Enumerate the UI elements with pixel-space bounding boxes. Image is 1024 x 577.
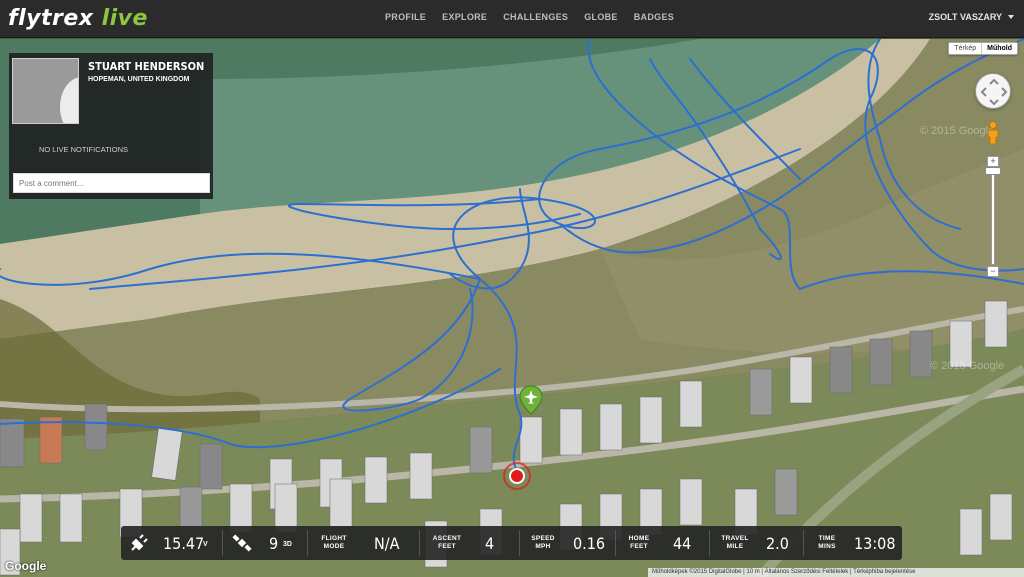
svg-text:© 2015 Google: © 2015 Google [930,360,1004,372]
pilot-name[interactable]: STUART HENDERSON [88,60,204,73]
flight-mode-label: FLIGHT MODE [321,535,347,550]
home-distance-value: 44 [673,534,692,553]
logo-text: flytrex [8,6,94,31]
ascent-value: 4 [485,534,495,553]
zoom-in-button[interactable]: + [987,156,999,167]
ascent-label: ASCENT FEET [432,535,462,550]
nav-explore[interactable]: EXPLORE [442,12,487,22]
pan-control[interactable] [975,73,1011,109]
travel-value: 2.0 [766,534,789,553]
speed-value: 0.16 [573,534,606,553]
nav-globe[interactable]: GLOBE [584,12,618,22]
flytrex-live-logo[interactable]: flytrex live [8,6,148,31]
avatar[interactable] [12,58,79,124]
flight-mode-value: N/A [374,534,400,553]
battery-unit: V [203,541,208,548]
end-marker [509,468,525,484]
pan-arrows-icon [980,78,1008,106]
street-view-pegman-icon[interactable] [986,121,1000,145]
map-attribution[interactable]: Műholdképek ©2015 DigitalGlobe | 10 m | … [648,568,1024,577]
main-nav: PROFILE EXPLORE CHALLENGES GLOBE BADGES [385,12,674,22]
comment-input[interactable] [13,173,210,193]
time-value: 13:08 [854,534,896,553]
nav-challenges[interactable]: CHALLENGES [503,12,568,22]
satellites-value: 9 [269,534,279,553]
pilot-panel: STUART HENDERSON HOPEMAN, UNITED KINGDOM… [9,53,213,199]
zoom-slider-track[interactable] [991,169,995,265]
map-type-toggle: Térkép Műhold [948,42,1018,55]
travel-label: TRAVEL MILE [721,535,749,550]
zoom-out-button[interactable]: − [987,266,999,277]
top-nav-bar: flytrex live PROFILE EXPLORE CHALLENGES … [0,0,1024,38]
nav-profile[interactable]: PROFILE [385,12,426,22]
satellites-fix: 3D [283,541,292,548]
battery-plug-icon [131,534,148,551]
satellite-icon [232,534,252,552]
svg-text:© 2015 Google: © 2015 Google [920,125,994,137]
chevron-down-icon [1008,15,1014,19]
time-label: TIME MINS [818,535,836,550]
notifications-text: NO LIVE NOTIFICATIONS [38,145,129,154]
map-type-satellite[interactable]: Műhold [981,43,1017,54]
home-distance-label: HOME FEET [628,535,650,550]
logo-accent-text: live [93,6,148,31]
nav-badges[interactable]: BADGES [634,12,674,22]
user-name: ZSOLT VASZARY [928,12,1002,22]
battery-value: 15.47 [163,534,205,553]
google-logo[interactable]: Google [5,559,46,573]
map-type-map[interactable]: Térkép [949,43,981,54]
zoom-slider-thumb[interactable] [985,167,1001,175]
user-menu[interactable]: ZSOLT VASZARY [929,12,1014,22]
pilot-location: HOPEMAN, UNITED KINGDOM [88,76,190,83]
telemetry-bar: 15.47 V 9 3D FLIGHT MODE N/A ASCENT FEET 4… [121,526,902,560]
speed-label: SPEED MPH [531,535,555,550]
